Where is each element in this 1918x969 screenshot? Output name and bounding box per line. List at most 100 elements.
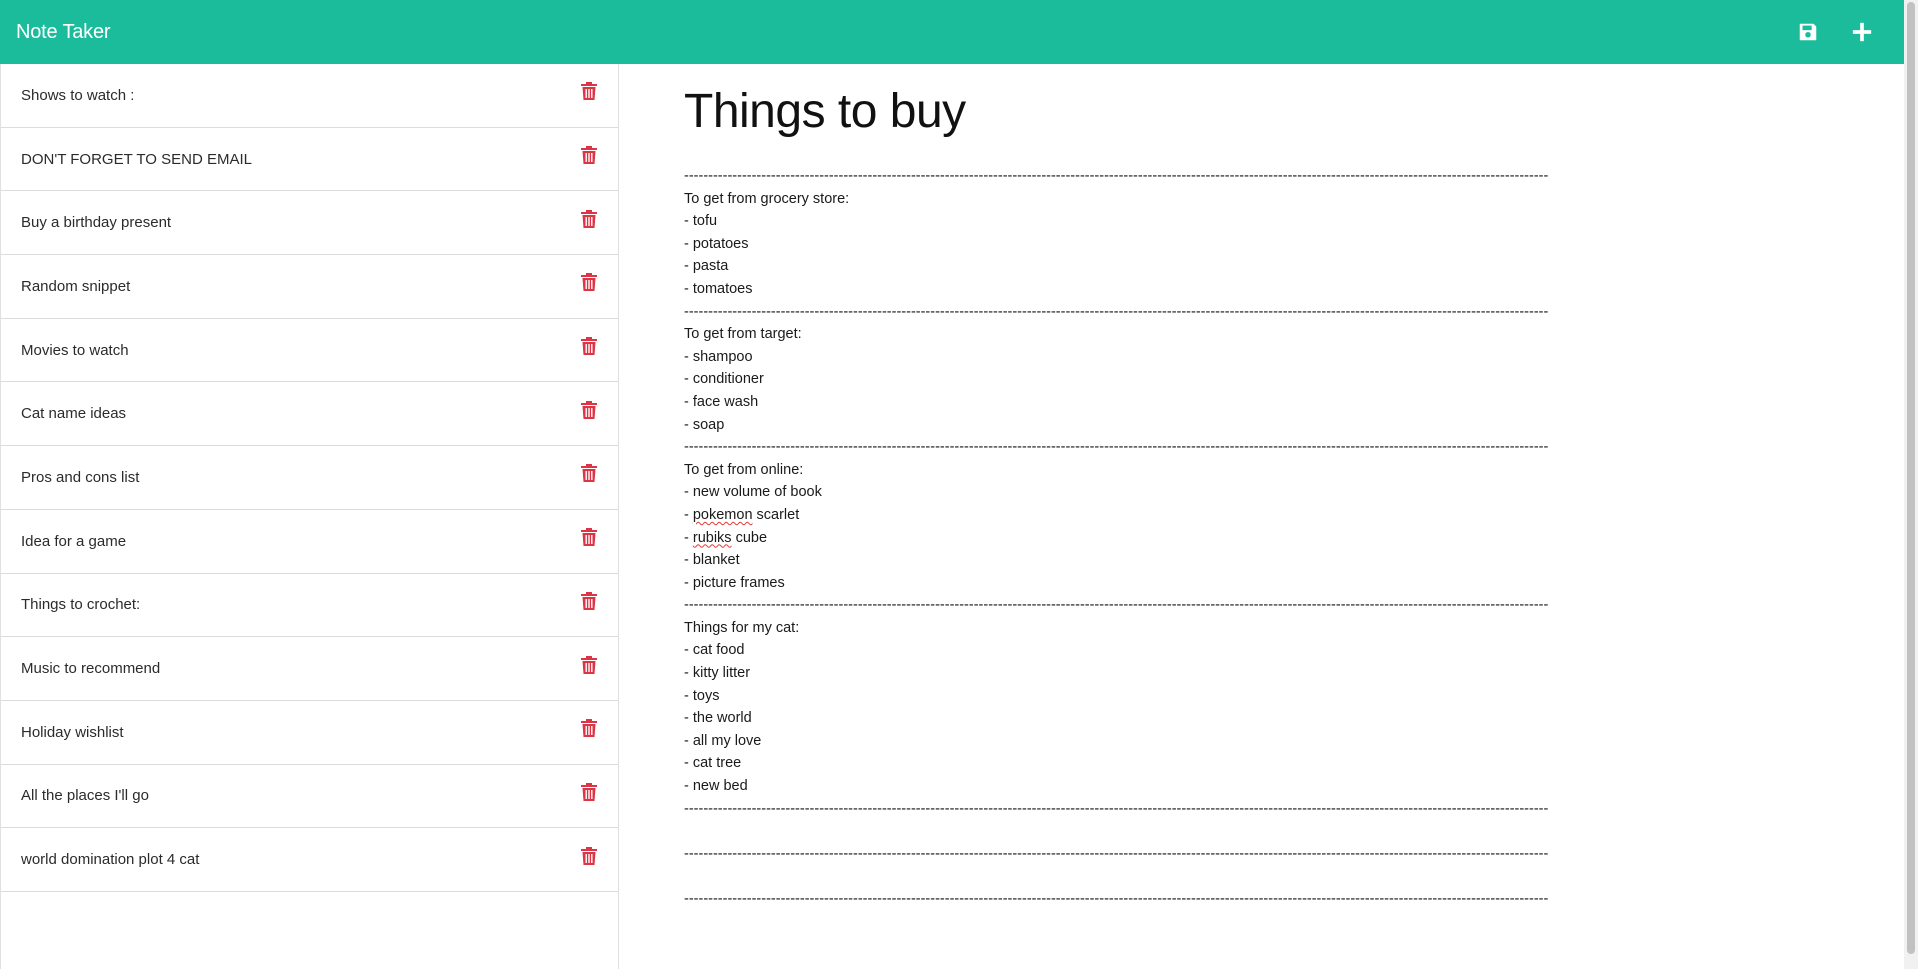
note-body-line: - face wash — [684, 393, 759, 410]
note-list-item-title: Shows to watch : — [21, 86, 135, 104]
note-body-line: - pokemon scarlet — [684, 506, 800, 523]
note-list-item-title: Music to recommend — [21, 660, 161, 678]
misspelled-word: rubiks — [692, 529, 732, 546]
note-list-item[interactable]: Pros and cons list — [1, 446, 618, 510]
note-list-item-title: Movies to watch — [21, 341, 129, 359]
note-body-line: - potatoes — [684, 235, 749, 252]
note-body-line: ----------------------------------------… — [684, 303, 1549, 320]
note-body-line: ----------------------------------------… — [684, 439, 1549, 456]
note-list-item[interactable]: Shows to watch : — [1, 64, 618, 128]
scrollbar-thumb[interactable] — [1907, 2, 1915, 954]
note-list-item-title: Random snippet — [21, 277, 131, 295]
note-body-line: - soap — [684, 416, 725, 433]
note-list-item[interactable]: All the places I'll go — [1, 765, 618, 829]
trash-icon — [581, 273, 597, 292]
note-body-line: To get from grocery store: — [684, 190, 850, 207]
note-list-item[interactable]: world domination plot 4 cat — [1, 828, 618, 892]
note-list-item[interactable]: Random snippet — [1, 255, 618, 319]
note-body-line: ----------------------------------------… — [684, 845, 1549, 862]
delete-note-button[interactable] — [578, 845, 600, 867]
delete-note-button[interactable] — [578, 781, 600, 803]
note-body-line: ----------------------------------------… — [684, 891, 1549, 907]
delete-note-button[interactable] — [578, 717, 600, 739]
note-body-line — [684, 865, 1684, 888]
delete-note-button[interactable] — [578, 80, 600, 102]
delete-note-button[interactable] — [578, 526, 600, 548]
note-body-line: - conditioner — [684, 371, 764, 388]
floppy-disk-icon — [1799, 23, 1817, 41]
note-list-item-title: Pros and cons list — [21, 468, 140, 486]
new-note-icon[interactable] — [1848, 18, 1876, 46]
trash-icon — [581, 846, 597, 865]
navbar-actions — [1794, 18, 1888, 46]
note-body-line: Things for my cat: — [684, 619, 800, 636]
app-title[interactable]: Note Taker — [16, 21, 111, 44]
note-list-item-title: DON'T FORGET TO SEND EMAIL — [21, 150, 252, 168]
note-body-line: - toys — [684, 687, 720, 704]
note-body-line: ----------------------------------------… — [684, 168, 1549, 184]
note-body-line: - cat food — [684, 642, 745, 659]
delete-note-button[interactable] — [578, 335, 600, 357]
note-list: Shows to watch : DON'T FORGET TO SEND EMA… — [1, 64, 618, 892]
delete-note-button[interactable] — [578, 271, 600, 293]
delete-note-button[interactable] — [578, 462, 600, 484]
note-body-line: - tofu — [684, 213, 718, 230]
note-body-line: - the world — [684, 710, 752, 727]
page-scrollbar[interactable] — [1904, 0, 1918, 969]
note-body-line: - all my love — [684, 732, 762, 749]
note-title-input[interactable]: Things to buy — [684, 84, 1872, 139]
note-body-line: - cat tree — [684, 755, 742, 772]
top-navbar: Note Taker — [0, 0, 1904, 64]
note-list-item[interactable]: Idea for a game — [1, 510, 618, 574]
note-list-item[interactable]: Buy a birthday present — [1, 191, 618, 256]
trash-icon — [581, 400, 597, 419]
save-note-icon[interactable] — [1794, 18, 1822, 46]
note-list-item-title: world domination plot 4 cat — [21, 851, 200, 869]
trash-icon — [581, 146, 597, 165]
delete-note-button[interactable] — [578, 399, 600, 421]
trash-icon — [581, 82, 597, 101]
note-list-item-title: All the places I'll go — [21, 787, 149, 805]
note-list-item-title: Things to crochet: — [21, 596, 141, 614]
trash-icon — [581, 528, 597, 547]
note-body-line: - new volume of book — [684, 484, 822, 501]
note-body-line: - pasta — [684, 258, 729, 275]
note-list-item-title: Cat name ideas — [21, 405, 127, 423]
note-list-item[interactable]: Cat name ideas — [1, 382, 618, 447]
plus-icon — [1852, 22, 1872, 42]
delete-note-button[interactable] — [578, 144, 600, 166]
note-body-line: - new bed — [684, 778, 748, 795]
trash-icon — [581, 782, 597, 801]
note-body-line: ----------------------------------------… — [684, 597, 1549, 614]
note-list-item[interactable]: Things to crochet: — [1, 574, 618, 638]
misspelled-word: pokemon — [692, 506, 753, 523]
note-body-line: To get from online: — [684, 461, 804, 478]
delete-note-button[interactable] — [578, 654, 600, 676]
note-body-line: - blanket — [684, 552, 740, 569]
note-list-item[interactable]: DON'T FORGET TO SEND EMAIL — [1, 128, 618, 192]
trash-icon — [581, 655, 597, 674]
note-body-line: - shampoo — [684, 348, 753, 365]
note-body-line: - picture frames — [684, 574, 785, 591]
note-list-item-title: Buy a birthday present — [21, 214, 172, 232]
notes-sidebar: Shows to watch : DON'T FORGET TO SEND EMA… — [0, 64, 619, 969]
delete-note-button[interactable] — [578, 590, 600, 612]
note-body-textarea[interactable]: ----------------------------------------… — [684, 165, 1684, 911]
note-body-line: - tomatoes — [684, 280, 753, 297]
note-list-item[interactable]: Holiday wishlist — [1, 701, 618, 765]
trash-icon — [581, 464, 597, 483]
trash-icon — [581, 337, 597, 356]
note-body-line: - rubiks cube — [684, 529, 768, 546]
trash-icon — [581, 591, 597, 610]
note-editor: Things to buy --------------------------… — [620, 64, 1904, 969]
note-list-item-title: Idea for a game — [21, 532, 127, 550]
note-list-item-title: Holiday wishlist — [21, 723, 124, 741]
delete-note-button[interactable] — [578, 208, 600, 230]
trash-icon — [581, 209, 597, 228]
note-list-item[interactable]: Movies to watch — [1, 319, 618, 383]
note-body-line: To get from target: — [684, 326, 802, 343]
trash-icon — [581, 719, 597, 738]
note-list-item[interactable]: Music to recommend — [1, 637, 618, 701]
note-body-line — [684, 820, 1684, 843]
note-body-line: - kitty litter — [684, 665, 751, 682]
